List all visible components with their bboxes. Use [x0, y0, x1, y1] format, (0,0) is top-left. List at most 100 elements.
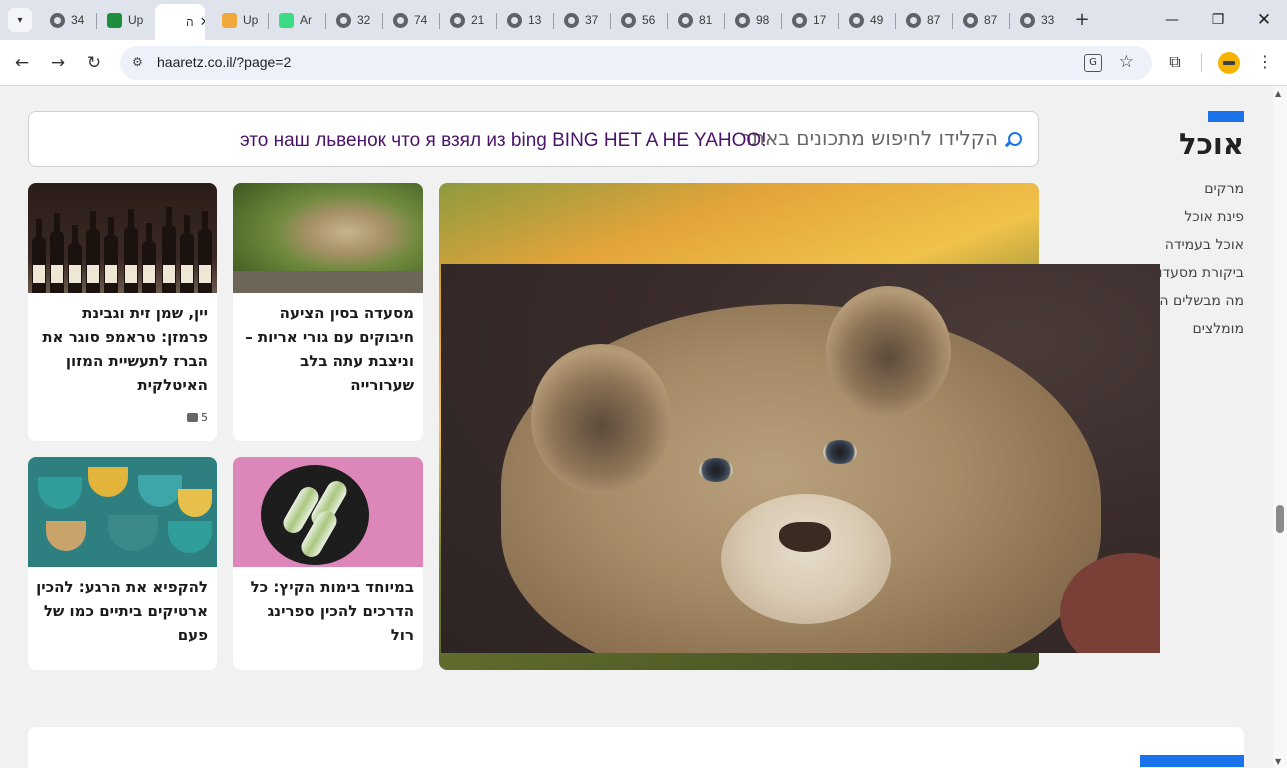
scroll-up-arrow[interactable]: ▲ — [1275, 89, 1281, 98]
forward-button[interactable]: → — [46, 51, 70, 75]
tab-label: 21 — [471, 13, 485, 27]
scrollbar-thumb[interactable] — [1276, 505, 1284, 533]
url-text[interactable]: haaretz.co.il/?page=2 — [157, 54, 291, 70]
wine-bottle-shape — [124, 209, 138, 293]
tab-13[interactable]: 17 — [782, 6, 839, 34]
site-settings-icon[interactable]: ⚙ — [132, 55, 148, 71]
tab-15[interactable]: 87 — [896, 6, 953, 34]
cub-eye-right — [823, 440, 857, 464]
comments-count[interactable]: 5 — [187, 411, 208, 424]
tab-label: 81 — [699, 13, 713, 27]
sidebar-link[interactable]: מרקים — [1060, 179, 1244, 207]
close-tab-icon[interactable]: ✕ — [200, 14, 205, 30]
tab-3[interactable]: Up — [212, 6, 269, 34]
comment-icon — [187, 413, 198, 422]
reload-button[interactable]: ↻ — [82, 51, 106, 75]
popsicles-thumbnail[interactable] — [28, 457, 217, 567]
guardio-icon — [222, 12, 237, 28]
menu-kebab-icon[interactable]: ⋮ — [1253, 50, 1277, 74]
tab-5[interactable]: 32 — [326, 6, 383, 34]
tab-separator — [724, 13, 725, 29]
cub-muzzle — [721, 494, 891, 624]
article-title[interactable]: מסעדה בסין הציעה חיבוקים עם גורי אריות –… — [241, 301, 414, 397]
next-section-panel — [28, 727, 1244, 768]
article-title[interactable]: במיוחד בימות הקיץ: כל הדרכים להכין ספרינ… — [241, 575, 414, 647]
tab-label: 34 — [71, 13, 85, 27]
globe-icon — [621, 12, 636, 28]
article-title[interactable]: להקפיא את הרגע: להכין ארטיקים ביתיים כמו… — [36, 575, 208, 647]
new-tab-button[interactable]: + — [1072, 9, 1092, 30]
recipe-search-box[interactable]: הקלידו לחיפוש מתכונים באתר это наш львен… — [28, 111, 1039, 167]
tab-9[interactable]: 37 — [554, 6, 611, 34]
globe-icon — [963, 12, 978, 28]
tab-4[interactable]: Ar — [269, 6, 326, 34]
tab-label: 37 — [585, 13, 599, 27]
tab-12[interactable]: 98 — [725, 6, 782, 34]
tab-separator — [781, 13, 782, 29]
article-card-lion-cubs[interactable]: מסעדה בסין הציעה חיבוקים עם גורי אריות –… — [233, 183, 423, 441]
tab-label: 49 — [870, 13, 884, 27]
translate-icon[interactable]: G — [1084, 54, 1102, 72]
scroll-down-arrow[interactable]: ▼ — [1275, 757, 1281, 766]
haaretz-icon — [165, 15, 180, 30]
article-card-spring-roll[interactable]: במיוחד בימות הקיץ: כל הדרכים להכין ספרינ… — [233, 457, 423, 670]
wine-bottle-shape — [142, 223, 156, 293]
tab-2[interactable]: ה✕ — [155, 4, 205, 40]
tab-separator — [1009, 13, 1010, 29]
tab-label: Ar — [300, 13, 312, 27]
cub-eye-left — [699, 458, 733, 482]
tab-1[interactable]: Up — [97, 6, 154, 34]
lion-cub-thumbnail[interactable] — [233, 183, 423, 293]
tab-11[interactable]: 81 — [668, 6, 725, 34]
wine-bottle-shape — [180, 215, 194, 293]
globe-icon — [450, 12, 465, 28]
tab-10[interactable]: 56 — [611, 6, 668, 34]
tab-0[interactable]: 34 — [40, 6, 97, 34]
profile-avatar[interactable] — [1218, 52, 1240, 74]
spring-roll-thumbnail[interactable] — [233, 457, 423, 567]
minimize-button[interactable]: — — [1149, 8, 1195, 32]
tab-label: 33 — [1041, 13, 1055, 27]
tab-separator — [895, 13, 896, 29]
tab-search-button[interactable]: ▾ — [8, 8, 32, 32]
close-window-button[interactable]: ✕ — [1241, 8, 1287, 32]
section-accent-bar — [1140, 755, 1244, 767]
maximize-button[interactable]: ❐ — [1195, 8, 1241, 32]
wine-bottle-shape — [68, 225, 82, 293]
tab-14[interactable]: 49 — [839, 6, 896, 34]
tab-16[interactable]: 87 — [953, 6, 1010, 34]
sidebar-link[interactable]: פינת אוכל — [1060, 207, 1244, 235]
tab-separator — [496, 13, 497, 29]
bowl-shape — [168, 521, 212, 553]
tab-7[interactable]: 21 — [440, 6, 497, 34]
bowl-shape — [46, 521, 86, 551]
page-scrollbar[interactable]: ▲ ▼ — [1273, 87, 1287, 768]
bookmark-star-icon[interactable]: ☆ — [1119, 52, 1134, 72]
back-button[interactable]: ← — [10, 51, 34, 75]
tab-label: 17 — [813, 13, 827, 27]
floating-lion-cub-image[interactable] — [441, 264, 1160, 653]
article-title[interactable]: יין, שמן זית וגבינת פרמזן: טראמפ סוגר את… — [36, 301, 208, 397]
wine-bottle-shape — [162, 207, 176, 293]
article-card-wine[interactable]: יין, שמן זית וגבינת פרמזן: טראמפ סוגר את… — [28, 183, 217, 441]
wine-bottle-shape — [86, 211, 100, 293]
toolbar-divider — [1201, 54, 1202, 72]
address-bar[interactable]: ⚙ haaretz.co.il/?page=2 G ☆ — [120, 46, 1152, 80]
search-icon[interactable] — [1008, 132, 1022, 146]
tab-label: 56 — [642, 13, 656, 27]
tab-separator — [268, 13, 269, 29]
wine-bottles-thumbnail[interactable] — [28, 183, 217, 293]
tab-6[interactable]: 74 — [383, 6, 440, 34]
tab-separator — [439, 13, 440, 29]
tab-separator — [553, 13, 554, 29]
tab-17[interactable]: 33 — [1010, 6, 1067, 34]
section-title[interactable]: אוכל — [1179, 127, 1244, 161]
tab-separator — [667, 13, 668, 29]
globe-icon — [678, 12, 693, 28]
globe-icon — [735, 12, 750, 28]
search-input[interactable]: это наш львенок что я взял из bing BING … — [240, 130, 766, 152]
extensions-icon[interactable]: ⧉ — [1163, 50, 1187, 74]
sidebar-link[interactable]: אוכל בעמידה — [1060, 235, 1244, 263]
article-card-popsicles[interactable]: להקפיא את הרגע: להכין ארטיקים ביתיים כמו… — [28, 457, 217, 670]
tab-8[interactable]: 13 — [497, 6, 554, 34]
